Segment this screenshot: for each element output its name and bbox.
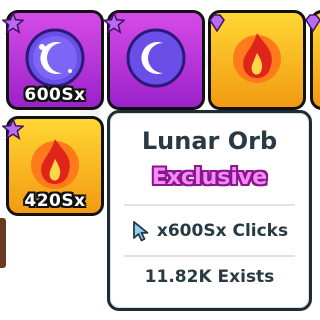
fire-icon: [233, 33, 281, 84]
divider: [124, 204, 295, 206]
cursor-icon: [132, 221, 149, 242]
item-tooltip: Lunar Orb Exclusive x600Sx Clicks 11.82K…: [107, 110, 312, 311]
item-stat: x600Sx Clicks: [110, 217, 309, 245]
star-badge-icon: [2, 12, 24, 34]
stat-text: x600Sx Clicks: [156, 221, 289, 241]
star-badge-icon: [103, 12, 125, 34]
fire-icon: [31, 139, 79, 190]
partial-tile-edge: [0, 218, 6, 268]
item-name: Lunar Orb: [141, 127, 278, 155]
divider: [124, 255, 295, 257]
moon-icon: [25, 28, 85, 88]
tile-value-label: 600Sx: [24, 85, 86, 105]
game-inventory-view: 600Sx 420Sx Lunar Orb Exclusive x600Sx C…: [0, 0, 320, 320]
gem-badge-icon: [305, 14, 320, 33]
exists-count: 11.82K Exists: [144, 267, 275, 287]
moon-icon: [126, 28, 186, 88]
star-badge-icon: [2, 118, 24, 140]
gem-badge-icon: [209, 14, 225, 33]
tile-value-label: 420Sx: [24, 191, 86, 211]
item-rarity: Exclusive: [151, 165, 268, 190]
